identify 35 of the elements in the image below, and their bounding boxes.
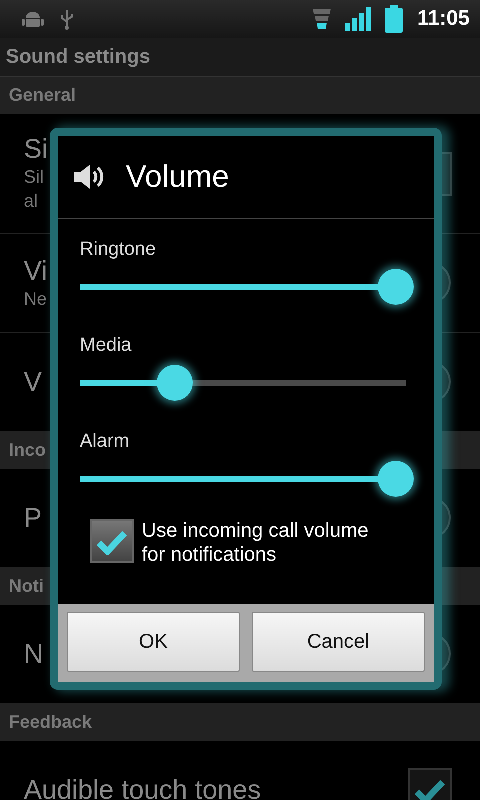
speaker-icon [72,163,106,191]
data-activity-icon [313,8,332,30]
slider-thumb[interactable] [378,461,414,497]
setting-summary: Sil [24,166,44,189]
setting-title[interactable]: N [24,638,44,670]
setting-title[interactable]: V [24,366,42,398]
setting-title[interactable]: P [24,502,42,534]
android-robot-icon [22,9,44,29]
section-title: Feedback [9,712,92,733]
dialog-button[interactable]: Cancel [252,612,425,672]
signal-bars-icon [345,7,372,31]
setting-title[interactable]: Audible touch tones [24,774,262,800]
setting-summary: al [24,190,38,213]
dialog-button[interactable]: OK [67,612,240,672]
screen-title: Sound settings [6,46,150,68]
slider-label: Ringtone [80,239,158,261]
battery-icon [385,5,404,33]
slider-label: Media [80,335,133,357]
check-icon [96,529,128,555]
check-icon [414,778,446,800]
setting-summary: Ne [24,288,48,310]
setting-title[interactable]: Si [24,134,48,165]
slider-label: Alarm [80,431,131,453]
section-title: General [9,85,76,106]
slider-thumb[interactable] [156,365,193,401]
dialog-title: Volume [126,159,230,195]
slider-thumb[interactable] [378,269,414,305]
clock-time: 11:05 [417,7,470,31]
checkbox-label: Use incoming call volume for notifications [142,519,370,567]
section-title: Noti [9,576,44,597]
setting-title[interactable]: Vi [24,256,48,286]
section-title: Inco [9,440,46,461]
checkbox[interactable] [90,519,134,563]
checkbox[interactable] [408,768,452,800]
usb-icon [58,8,76,30]
